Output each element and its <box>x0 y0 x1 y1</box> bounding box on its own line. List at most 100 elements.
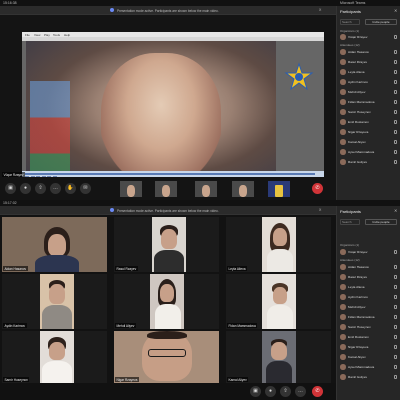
participant-face <box>271 342 287 360</box>
participant-thumbnail[interactable] <box>120 181 142 197</box>
participant-row[interactable]: Leyla Alieva <box>340 68 398 76</box>
participant-name: Fidan Mammadova <box>348 100 375 104</box>
participant-row[interactable]: Mehdi Aliyev <box>340 303 398 311</box>
close-icon[interactable]: ✕ <box>394 208 397 213</box>
search-input[interactable]: Search <box>340 19 360 25</box>
microphone-icon[interactable]: ● <box>265 386 276 397</box>
participant-thumbnail[interactable] <box>268 181 290 197</box>
glasses <box>148 349 186 357</box>
video-tile[interactable]: Leyla Alieva <box>226 217 331 272</box>
share-screen-icon[interactable]: ⇧ <box>35 183 46 194</box>
participant-row[interactable]: Fidan Mammadova <box>340 98 398 106</box>
participant-video <box>162 185 170 197</box>
participant-row[interactable]: Aidan Hasanov <box>340 48 398 56</box>
more-options-icon[interactable]: … <box>295 386 306 397</box>
section-organizers[interactable]: Organizers (1) <box>340 243 359 247</box>
participant-row[interactable]: Vüqar Rzayev <box>340 248 398 256</box>
participant-name: Samir Huseynov <box>348 325 371 329</box>
section-attendees[interactable]: Attendees (12) <box>340 258 360 262</box>
participant-row[interactable]: Emil Rustamov <box>340 118 398 126</box>
participant-row[interactable]: Nigar Rzayeva <box>340 128 398 136</box>
video-tile[interactable]: Samir Huseynov <box>2 331 107 383</box>
participant-row[interactable]: Kamal Aliyev <box>340 353 398 361</box>
video-tile[interactable]: Mehdi Aliyev <box>114 274 219 329</box>
participant-hair <box>147 331 187 339</box>
close-icon[interactable]: ✕ <box>394 8 397 13</box>
mic-icon <box>394 69 397 74</box>
search-input[interactable]: Search <box>340 219 360 225</box>
participant-thumbnail[interactable] <box>195 181 217 197</box>
microphone-icon[interactable]: ● <box>20 183 31 194</box>
video-grid: Aidan Hasanov Rasul Rzayev Leyla Alieva … <box>0 215 336 383</box>
avatar <box>340 274 346 280</box>
participant-row[interactable]: Nigar Rzayeva <box>340 343 398 351</box>
invite-people-button[interactable]: Invite people <box>365 19 397 25</box>
participant-thumbnail[interactable] <box>232 181 254 197</box>
seek-bar[interactable] <box>25 173 315 175</box>
participant-row[interactable]: Aydin Karimov <box>340 78 398 86</box>
video-tile[interactable]: Aydin Karimov <box>2 274 107 329</box>
participant-name: Rasul Rzayev <box>348 275 368 279</box>
avatar <box>340 364 346 370</box>
participant-row[interactable]: Mehdi Aliyev <box>340 88 398 96</box>
participant-row[interactable]: Aysel Mammadova <box>340 363 398 371</box>
banner-close-button[interactable]: X <box>319 208 321 212</box>
status-time: 15:16:38 <box>3 1 17 5</box>
participant-name: Mehdi Aliyev <box>348 305 366 309</box>
participant-row[interactable]: Ramil Guliyev <box>340 158 398 166</box>
participant-row[interactable]: Emil Rustamov <box>340 333 398 341</box>
participant-row[interactable]: Samir Huseynov <box>340 323 398 331</box>
leave-call-button[interactable]: ✆ <box>312 183 323 194</box>
participant-thumbnail[interactable] <box>155 181 177 197</box>
participant-row[interactable]: Rasul Rzayev <box>340 58 398 66</box>
more-options-icon[interactable]: … <box>50 183 61 194</box>
raise-hand-icon[interactable]: ✋ <box>65 183 76 194</box>
status-time: 15:17:02 <box>3 201 17 205</box>
participant-row[interactable]: Aysel Mammadova <box>340 148 398 156</box>
banner-close-button[interactable]: X <box>319 8 321 12</box>
participant-row[interactable]: Fidan Mammadova <box>340 313 398 321</box>
section-attendees[interactable]: Attendees (12) <box>340 43 360 47</box>
participant-body <box>155 304 181 329</box>
camera-icon[interactable]: ▣ <box>5 183 16 194</box>
participant-name: Kamal Aliyev <box>348 355 366 359</box>
mic-icon <box>394 129 397 134</box>
video-tile[interactable]: Kamal Aliyev <box>226 331 331 383</box>
tile-name-label: Fidan Mammadova <box>227 323 258 328</box>
invite-people-button[interactable]: Invite people <box>365 219 397 225</box>
avatar <box>340 109 346 115</box>
participant-body <box>35 255 79 272</box>
avatar <box>340 69 346 75</box>
participant-name: Nigar Rzayeva <box>348 130 369 134</box>
participant-face <box>273 228 287 246</box>
mic-icon <box>394 109 397 114</box>
tile-name-label: Aydin Karimov <box>3 323 27 328</box>
participant-body <box>42 361 72 383</box>
video-tile[interactable]: Fidan Mammadova <box>226 274 331 329</box>
camera-icon[interactable]: ▣ <box>250 386 261 397</box>
video-tile[interactable]: Rasul Rzayev <box>114 217 219 272</box>
participant-face <box>160 284 174 302</box>
participant-row[interactable]: Kamal Aliyev <box>340 138 398 146</box>
video-tile[interactable]: Aidan Hasanov <box>2 217 107 272</box>
avatar <box>340 119 346 125</box>
chat-icon[interactable]: ✉ <box>80 183 91 194</box>
leave-call-button[interactable]: ✆ <box>312 386 323 397</box>
participant-row[interactable]: Aydin Karimov <box>340 293 398 301</box>
share-screen-icon[interactable]: ⇧ <box>280 386 291 397</box>
participant-row[interactable]: Samir Huseynov <box>340 108 398 116</box>
participant-row[interactable]: Aidan Hasanov <box>340 263 398 271</box>
participant-body <box>267 249 293 272</box>
participant-name: Fidan Mammadova <box>348 315 375 319</box>
participant-name: Emil Rustamov <box>348 120 369 124</box>
participant-row[interactable]: Vüqar Rzayev <box>340 33 398 41</box>
video-tile[interactable]: Nigar Rzayeva <box>114 331 219 383</box>
tile-name-label: Samir Huseynov <box>3 377 30 382</box>
participant-row[interactable]: Ramil Guliyev <box>340 373 398 381</box>
avatar <box>340 294 346 300</box>
participant-row[interactable]: Rasul Rzayev <box>340 273 398 281</box>
participant-row[interactable]: Leyla Alieva <box>340 283 398 291</box>
banner-text: Presentation mode active. Participants a… <box>117 208 219 213</box>
avatar <box>340 139 346 145</box>
video-frame <box>26 41 276 188</box>
